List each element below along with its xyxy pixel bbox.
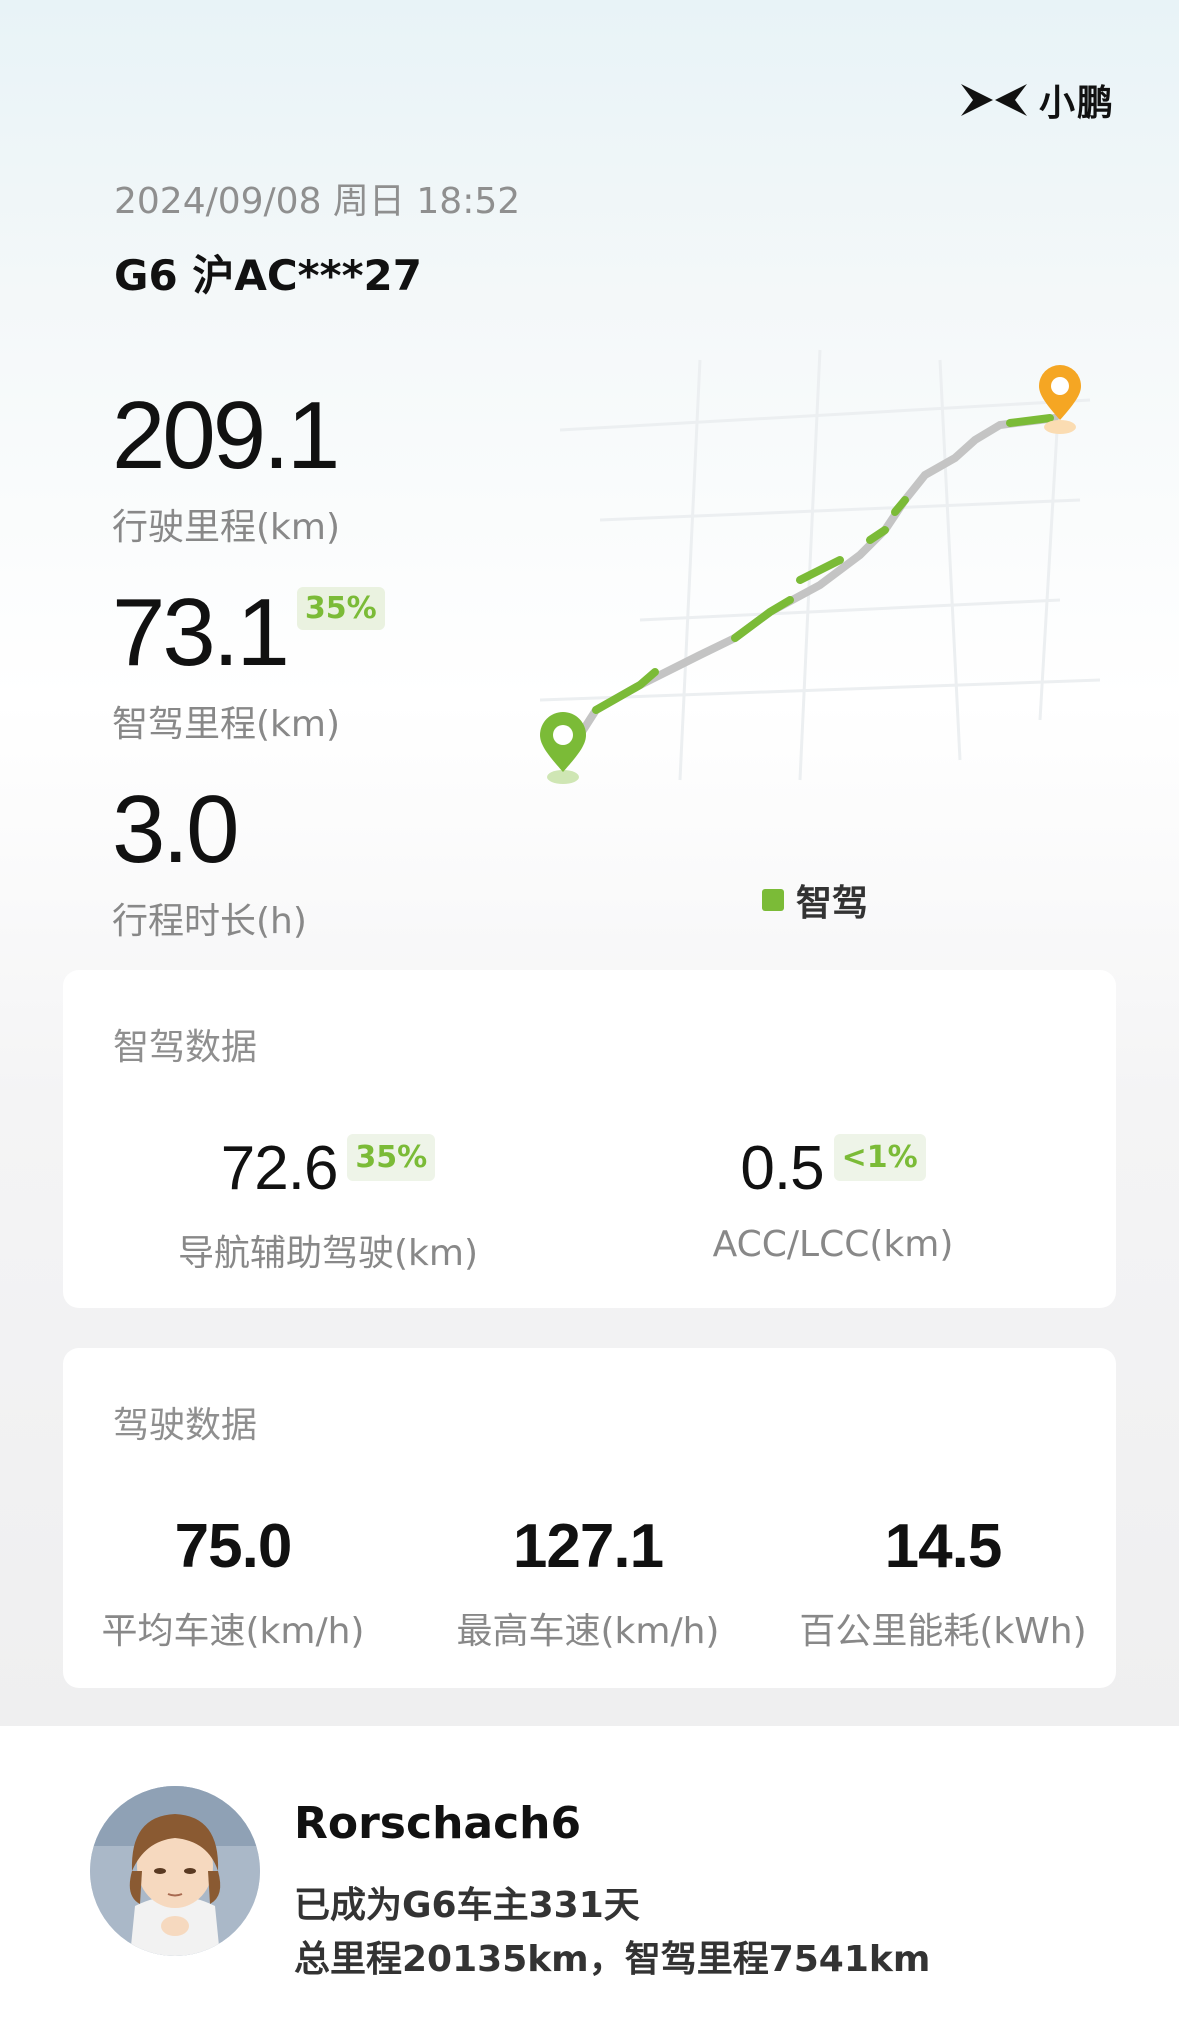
avatar-image-icon [90, 1786, 260, 1956]
map-streets [539, 349, 1101, 781]
acc-lcc-label: ACC/LCC(km) [712, 1224, 954, 1265]
max-speed-value: 127.1 [512, 1512, 664, 1581]
smart-card-title: 智驾数据 [113, 1027, 258, 1068]
acc-lcc-percent-badge: <1% [833, 1134, 926, 1181]
brand-name: 小鹏 [1038, 83, 1115, 124]
user-footer: Rorschach6 已成为G6车主331天 总里程20135km，智驾里程75… [0, 1726, 1179, 2019]
map-legend: 智驾 [762, 874, 868, 926]
duration-stat: 3.0 行程时长(h) [112, 782, 307, 944]
distance-value: 209.1 [112, 382, 340, 489]
acc-lcc-value: 0.5 [740, 1134, 824, 1203]
smart-distance-percent-badge: 35% [296, 587, 385, 630]
xpeng-logo-icon [960, 84, 1027, 116]
smart-distance-value: 73.1 [112, 579, 290, 686]
acc-lcc-metric: 0.5 <1% ACC/LCC(km) [683, 1134, 983, 1265]
route-smart-6 [891, 496, 909, 516]
brand-logo: 小鹏 [959, 74, 1115, 126]
legend-label: 智驾 [796, 883, 869, 924]
distance-stat: 209.1 行驶里程(km) [112, 388, 340, 550]
route-manual [557, 414, 1059, 754]
nav-assist-percent-badge: 35% [347, 1134, 436, 1181]
max-speed-label: 最高车速(km/h) [456, 1611, 720, 1652]
duration-value: 3.0 [112, 776, 239, 883]
consumption-value: 14.5 [884, 1512, 1003, 1581]
route-smart-3 [731, 596, 794, 642]
avg-speed-metric: 75.0 平均车速(km/h) [83, 1516, 383, 1654]
legend-swatch-icon [762, 889, 784, 911]
avatar[interactable] [90, 1786, 260, 1956]
smart-distance-stat: 73.1 35% 智驾里程(km) [112, 585, 385, 747]
route-smart-2 [592, 668, 659, 714]
nav-assist-metric: 72.6 35% 导航辅助驾驶(km) [163, 1134, 493, 1276]
route-smart-7 [1006, 414, 1054, 427]
nav-assist-value: 72.6 [220, 1134, 339, 1203]
drive-card-title: 驾驶数据 [113, 1405, 258, 1446]
smart-distance-label: 智驾里程(km) [112, 704, 341, 745]
route-smart-5 [866, 526, 889, 544]
trip-datetime: 2024/09/08 周日 18:52 [114, 181, 521, 222]
consumption-metric: 14.5 百公里能耗(kWh) [788, 1516, 1098, 1654]
total-mileage: 总里程20135km，智驾里程7541km [294, 1939, 931, 1980]
max-speed-metric: 127.1 最高车速(km/h) [438, 1516, 738, 1654]
route-line [556, 414, 1059, 754]
start-pin-icon [540, 712, 586, 784]
smart-data-card: 智驾数据 72.6 35% 导航辅助驾驶(km) 0.5 <1% ACC/LCC(k… [63, 970, 1116, 1308]
nav-assist-label: 导航辅助驾驶(km) [177, 1233, 478, 1274]
vehicle-plate: G6 沪AC***27 [114, 251, 422, 300]
owner-days: 已成为G6车主331天 [294, 1885, 640, 1926]
duration-label: 行程时长(h) [112, 901, 307, 942]
end-pin-icon [1039, 365, 1081, 434]
consumption-label: 百公里能耗(kWh) [799, 1611, 1087, 1652]
distance-label: 行驶里程(km) [112, 507, 341, 548]
user-name[interactable]: Rorschach6 [294, 1798, 581, 1849]
route-map[interactable] [520, 340, 1120, 810]
avg-speed-label: 平均车速(km/h) [101, 1611, 365, 1652]
drive-data-card: 驾驶数据 75.0 平均车速(km/h) 127.1 最高车速(km/h) 14… [63, 1348, 1116, 1688]
avg-speed-value: 75.0 [174, 1512, 293, 1581]
